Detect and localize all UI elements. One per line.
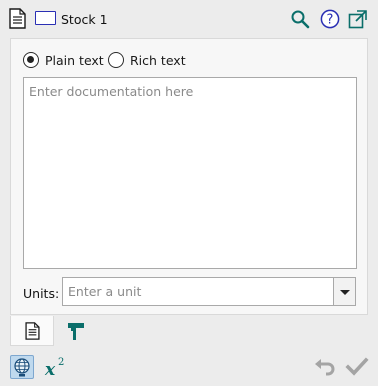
help-icon[interactable]: ? <box>320 9 340 29</box>
popout-icon[interactable] <box>348 9 368 29</box>
units-input[interactable] <box>62 277 334 306</box>
apply-button[interactable] <box>345 355 369 379</box>
search-icon[interactable] <box>290 9 310 29</box>
documentation-panel: Plain text Rich text Units: <box>10 38 368 315</box>
svg-text:?: ? <box>327 13 334 28</box>
stock-icon <box>35 11 56 25</box>
document-icon <box>24 321 40 340</box>
radio-plain-text[interactable]: Plain text <box>23 52 104 68</box>
documentation-textarea[interactable] <box>23 77 357 269</box>
undo-icon <box>315 359 335 376</box>
svg-text:2: 2 <box>58 357 64 368</box>
globe-button[interactable] <box>10 355 34 379</box>
undo-button[interactable] <box>313 355 337 379</box>
radio-rich-text-label: Rich text <box>130 52 186 68</box>
panel-tabs <box>10 316 98 346</box>
chevron-down-icon[interactable] <box>334 277 356 306</box>
document-icon <box>9 8 26 29</box>
property-header: Stock 1 ? <box>0 0 378 38</box>
check-icon <box>345 357 369 376</box>
radio-rich-text[interactable]: Rich text <box>108 52 186 68</box>
svg-text:x: x <box>44 360 56 379</box>
paint-roller-icon <box>68 323 84 340</box>
radio-circle[interactable] <box>108 52 124 68</box>
variable-name[interactable]: Stock 1 <box>61 12 108 27</box>
globe-icon <box>14 358 30 377</box>
radio-plain-text-label: Plain text <box>45 52 104 68</box>
tab-documentation[interactable] <box>10 316 54 346</box>
units-label: Units: <box>23 286 60 301</box>
tab-style[interactable] <box>54 316 98 346</box>
equation-icon: x 2 <box>44 357 64 380</box>
radio-circle-checked[interactable] <box>23 52 39 68</box>
equation-button[interactable]: x 2 <box>44 355 68 380</box>
units-combobox[interactable] <box>62 277 356 306</box>
